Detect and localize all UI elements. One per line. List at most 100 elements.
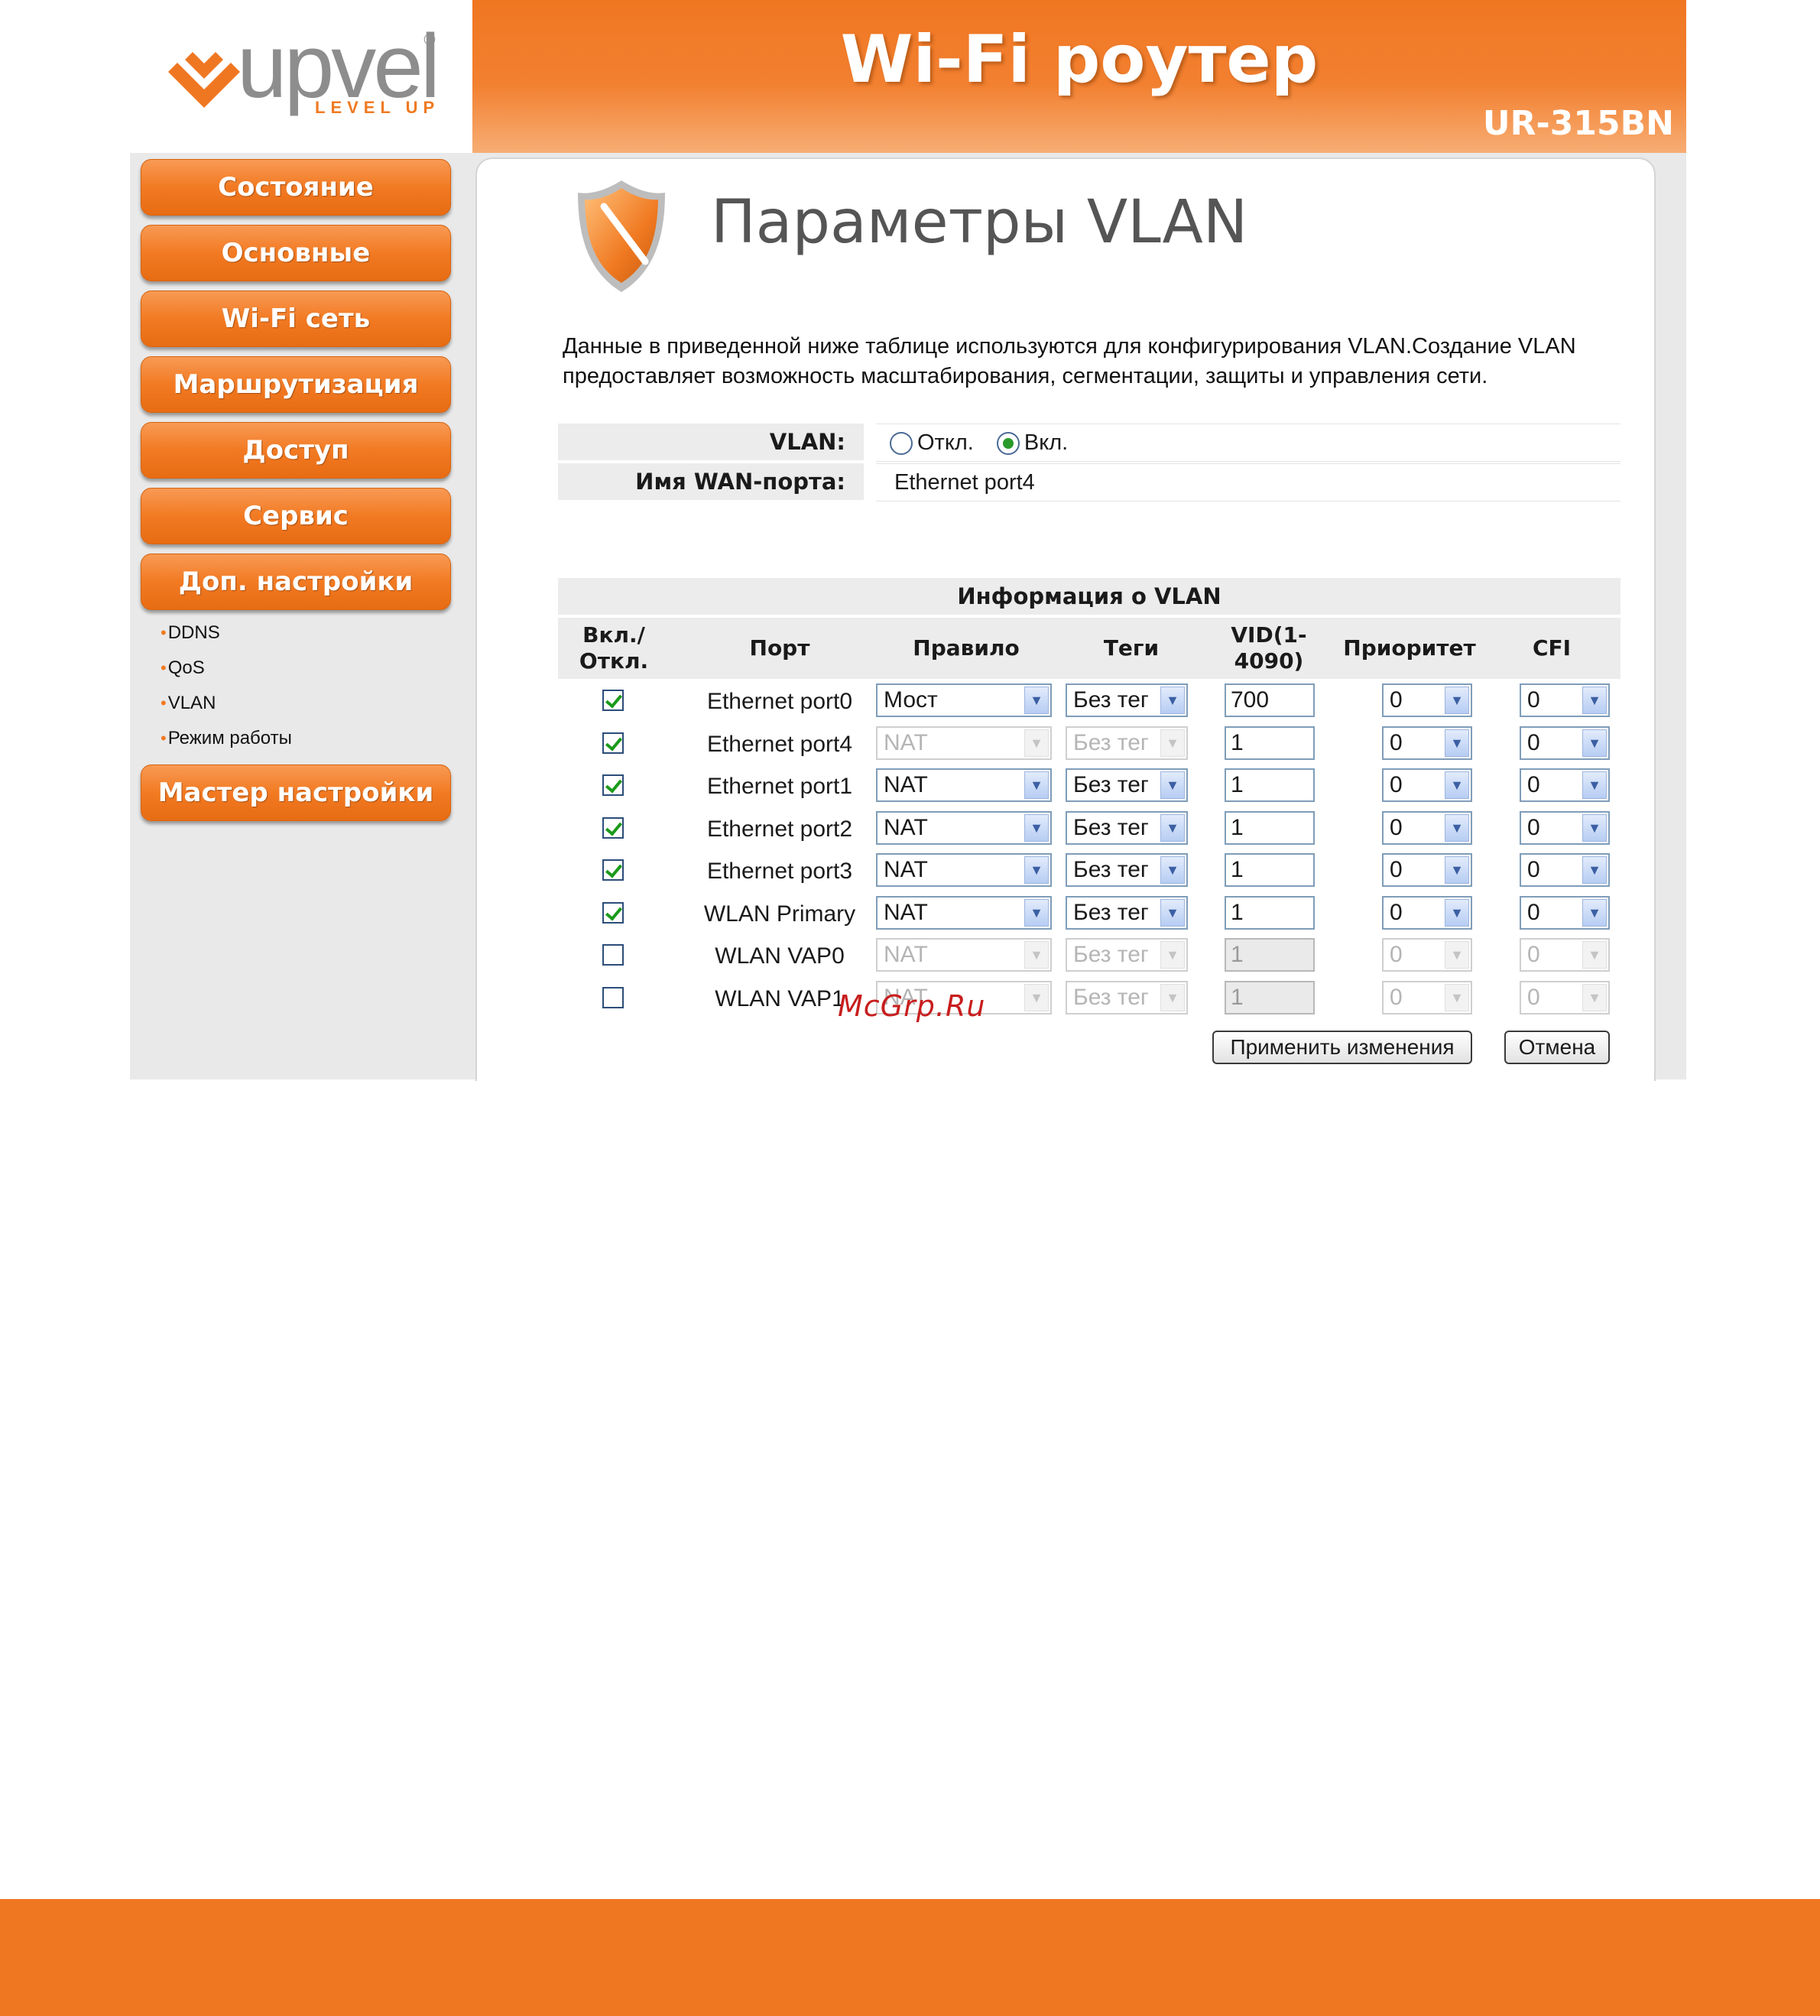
row-tags-select[interactable]: Без тег ▼: [1066, 683, 1188, 717]
sidebar-subitem-mode[interactable]: •Режим работы: [161, 728, 292, 749]
row-port-name: Ethernet port3: [706, 859, 853, 884]
row-port-name: Ethernet port0: [706, 689, 853, 714]
row-rule-select: NAT ▼: [876, 726, 1052, 760]
row-rule-select[interactable]: NAT ▼: [876, 768, 1052, 802]
row-enable-checkbox[interactable]: [602, 774, 624, 796]
sidebar-subitem-qos[interactable]: •QoS: [161, 657, 205, 679]
row-cfi-select[interactable]: 0 ▼: [1520, 683, 1610, 717]
chevron-down-icon: ▼: [1160, 771, 1185, 799]
row-priority-select[interactable]: 0 ▼: [1382, 895, 1472, 930]
col-cfi: CFI: [1532, 635, 1572, 661]
sidebar-item-routing[interactable]: Маршрутизация: [141, 356, 451, 413]
row-port-name: Ethernet port4: [706, 731, 853, 757]
row-vid-input[interactable]: 1: [1225, 768, 1315, 802]
col-rule: Правило: [913, 635, 1020, 661]
row-priority-select[interactable]: 0 ▼: [1382, 853, 1472, 887]
row-vid-input[interactable]: 1: [1225, 853, 1315, 887]
row-priority-select[interactable]: 0 ▼: [1382, 726, 1472, 760]
row-cfi-select[interactable]: 0 ▼: [1520, 726, 1610, 760]
row-rule-select[interactable]: NAT ▼: [876, 810, 1052, 845]
row-enable-checkbox[interactable]: [602, 859, 624, 881]
row-rule-select[interactable]: NAT ▼: [876, 895, 1052, 930]
row-vid-input: 1: [1225, 938, 1315, 972]
table-row: Ethernet port3 NAT ▼ Без тег ▼ 1 0 ▼ 0 ▼: [558, 850, 1620, 892]
row-tags-select[interactable]: Без тег ▼: [1066, 810, 1188, 845]
row-enable-checkbox[interactable]: [602, 901, 624, 924]
wan-port-row: Имя WAN-порта: Ethernet port4: [558, 463, 1620, 502]
apply-button[interactable]: Применить изменения: [1212, 1031, 1472, 1064]
vlan-off-radio[interactable]: [890, 432, 913, 456]
row-tags-select[interactable]: Без тег ▼: [1066, 853, 1188, 887]
wan-port-label: Имя WAN-порта:: [558, 463, 864, 500]
bullet-icon: •: [161, 693, 167, 713]
brand-registered: ®: [422, 31, 437, 49]
row-enable-checkbox[interactable]: [602, 690, 624, 711]
row-rule-select: NAT ▼: [876, 938, 1052, 972]
row-vid-input[interactable]: 1: [1225, 810, 1315, 845]
row-rule-select[interactable]: NAT ▼: [876, 853, 1052, 887]
chevron-down-icon: ▼: [1024, 941, 1049, 969]
row-priority-select: 0 ▼: [1382, 938, 1472, 972]
chevron-down-icon: ▼: [1160, 941, 1185, 969]
table-row: Ethernet port2 NAT ▼ Без тег ▼ 1 0 ▼ 0 ▼: [558, 808, 1620, 850]
col-enable: Вкл./ Откл.: [579, 622, 649, 674]
row-cfi-select[interactable]: 0 ▼: [1520, 895, 1610, 930]
sidebar-item-advanced[interactable]: Доп. настройки: [141, 554, 451, 610]
row-vid-input: 1: [1225, 980, 1315, 1014]
row-vid-input[interactable]: 1: [1225, 726, 1315, 760]
sidebar-item-wizard[interactable]: Мастер настройки: [141, 765, 451, 821]
bullet-icon: •: [161, 729, 167, 748]
row-cfi-select[interactable]: 0 ▼: [1520, 853, 1610, 887]
sidebar-subitem-ddns[interactable]: •DDNS: [161, 622, 220, 644]
sidebar-item-access[interactable]: Доступ: [141, 422, 451, 479]
chevron-down-icon: ▼: [1582, 983, 1607, 1011]
col-priority: Приоритет: [1343, 635, 1476, 661]
table-row: Ethernet port1 NAT ▼ Без тег ▼ 1 0 ▼ 0 ▼: [558, 765, 1620, 807]
chevron-down-icon: ▼: [1160, 729, 1185, 757]
chevron-down-icon: ▼: [1160, 687, 1185, 714]
row-cfi-select[interactable]: 0 ▼: [1520, 810, 1610, 845]
vlan-toggle-label: VLAN:: [558, 424, 864, 460]
chevron-down-icon: ▼: [1024, 983, 1049, 1011]
row-enable-checkbox[interactable]: [602, 732, 624, 754]
row-enable-checkbox[interactable]: [602, 816, 624, 839]
row-cfi-select[interactable]: 0 ▼: [1520, 768, 1610, 802]
sidebar-subitem-vlan[interactable]: •VLAN: [161, 693, 216, 714]
row-priority-select[interactable]: 0 ▼: [1382, 768, 1472, 802]
sidebar-item-basic[interactable]: Основные настройки: [141, 225, 451, 323]
vlan-table-header: Вкл./ Откл. Порт Правило Теги VID(1-4090…: [558, 618, 1620, 679]
col-vid: VID(1-4090): [1231, 622, 1307, 674]
chevron-down-icon: ▼: [1582, 729, 1607, 757]
chevron-down-icon: ▼: [1024, 729, 1049, 757]
vlan-off-label: Откл.: [917, 430, 974, 455]
chevron-down-icon: ▼: [1445, 941, 1469, 969]
row-priority-select[interactable]: 0 ▼: [1382, 810, 1472, 845]
vlan-table-caption: Информация о VLAN: [558, 578, 1620, 615]
col-tags: Теги: [1103, 635, 1160, 661]
chevron-down-icon: ▼: [1445, 898, 1469, 927]
row-tags-select: Без тег ▼: [1066, 980, 1188, 1014]
cancel-button[interactable]: Отмена: [1504, 1031, 1610, 1064]
row-priority-select[interactable]: 0 ▼: [1382, 683, 1472, 717]
chevron-down-icon: ▼: [1582, 813, 1607, 842]
row-vid-input[interactable]: 1: [1225, 895, 1315, 930]
row-vid-input[interactable]: 700: [1225, 683, 1315, 717]
vlan-on-radio[interactable]: [996, 432, 1020, 456]
upvel-logo-icon: [168, 52, 240, 108]
row-cfi-select: 0 ▼: [1520, 980, 1610, 1014]
sidebar-item-service[interactable]: Сервис: [141, 488, 451, 544]
row-enable-checkbox[interactable]: [602, 986, 624, 1008]
row-rule-select[interactable]: Мост ▼: [876, 683, 1052, 717]
chevron-down-icon: ▼: [1582, 687, 1607, 714]
row-tags-select[interactable]: Без тег ▼: [1066, 895, 1188, 930]
chevron-down-icon: ▼: [1445, 771, 1469, 799]
sidebar-item-status[interactable]: Состояние: [141, 159, 451, 216]
table-row: WLAN Primary NAT ▼ Без тег ▼ 1 0 ▼ 0 ▼: [558, 893, 1620, 935]
row-tags-select[interactable]: Без тег ▼: [1066, 768, 1188, 802]
row-enable-checkbox[interactable]: [602, 944, 624, 966]
vlan-toggle-row: VLAN: Откл. Вкл.: [558, 424, 1620, 462]
header-banner: Wi-Fi роутер UR-315BN: [472, 0, 1686, 153]
chevron-down-icon: ▼: [1582, 856, 1607, 884]
vlan-on-label: Вкл.: [1024, 430, 1069, 455]
sidebar-item-wifi[interactable]: Wi-Fi сеть: [141, 291, 451, 347]
